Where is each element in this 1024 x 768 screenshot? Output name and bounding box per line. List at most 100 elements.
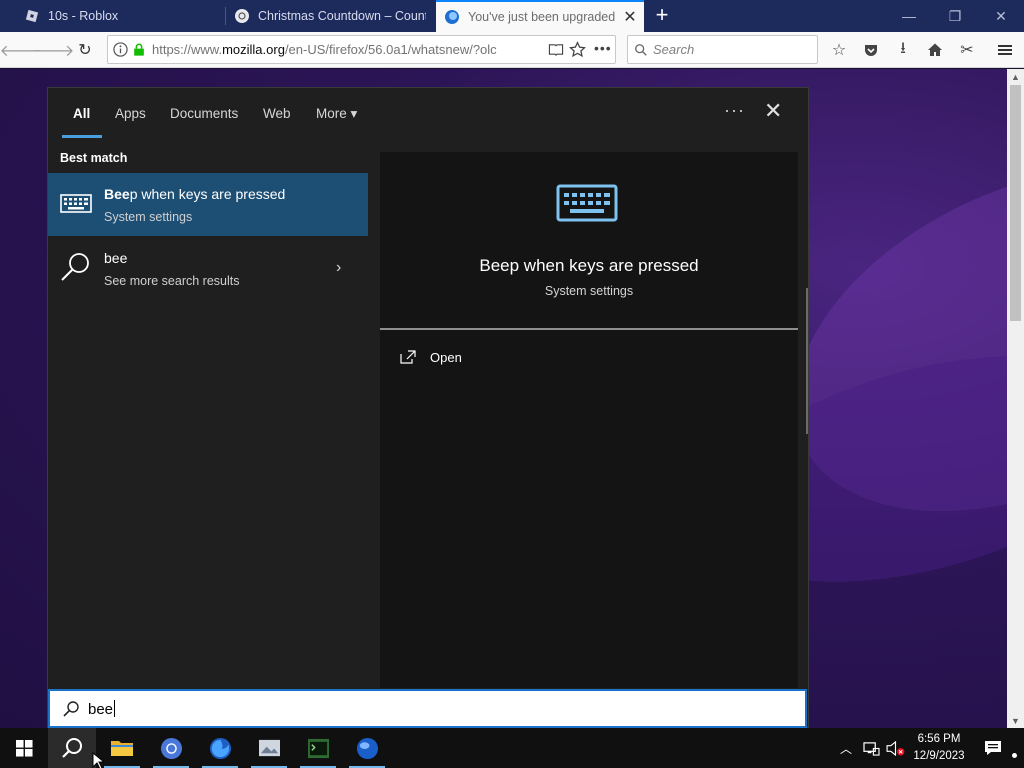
navigation-toolbar: 🡐 🡒 ↻ https://www.mozilla.org/en-US/fire… bbox=[0, 32, 1024, 68]
page-scrollbar[interactable]: ▲ ▼ bbox=[1007, 69, 1024, 729]
screenshot-icon[interactable]: ✂ bbox=[954, 37, 980, 63]
filter-more-label: More bbox=[316, 106, 347, 121]
notification-badge bbox=[1011, 752, 1018, 759]
filter-more[interactable]: More ▾ bbox=[316, 106, 357, 122]
globe-icon bbox=[356, 737, 378, 759]
tab-label: You've just been upgraded t bbox=[468, 10, 618, 24]
search-query-text[interactable]: bee bbox=[88, 700, 116, 718]
chevron-down-icon: ▾ bbox=[350, 106, 358, 121]
result-title-rest: p when keys are pressed bbox=[129, 186, 286, 202]
result-subtitle: See more search results bbox=[104, 274, 240, 288]
search-filter-tabs: All Apps Documents Web More ▾ ··· ✕ bbox=[48, 88, 808, 142]
scroll-thumb[interactable] bbox=[1010, 85, 1021, 321]
new-tab-button[interactable]: + bbox=[650, 4, 674, 28]
back-button[interactable]: 🡐 bbox=[0, 37, 42, 63]
open-external-icon bbox=[400, 350, 416, 364]
chrome-icon bbox=[160, 737, 182, 759]
clock-time: 6:56 PM bbox=[917, 733, 961, 745]
tab-firefox-upgraded[interactable]: You've just been upgraded t ✕ bbox=[436, 0, 644, 32]
photos-icon bbox=[258, 739, 280, 756]
search-icon bbox=[635, 44, 647, 56]
show-hidden-icons-icon[interactable]: ︿ bbox=[836, 728, 856, 768]
tab-label: Christmas Countdown – Count bbox=[258, 9, 426, 23]
taskbar-search-button[interactable] bbox=[48, 728, 96, 768]
network-icon[interactable] bbox=[860, 728, 882, 768]
url-text[interactable]: https://www.mozilla.org/en-US/firefox/56… bbox=[152, 42, 532, 57]
filter-apps[interactable]: Apps bbox=[115, 106, 146, 121]
filter-documents[interactable]: Documents bbox=[170, 106, 238, 121]
search-bar[interactable]: Search bbox=[627, 35, 818, 64]
action-center-icon[interactable] bbox=[980, 728, 1006, 768]
url-domain: mozilla.org bbox=[222, 42, 285, 57]
scroll-down-arrow-icon[interactable]: ▼ bbox=[1007, 713, 1024, 729]
firefox-icon bbox=[209, 737, 231, 759]
info-icon[interactable] bbox=[113, 42, 128, 57]
roblox-icon bbox=[25, 9, 39, 23]
preview-divider bbox=[380, 328, 798, 330]
active-filter-indicator bbox=[62, 135, 102, 138]
result-beep-when-keys-pressed[interactable]: Beep when keys are pressed System settin… bbox=[48, 173, 368, 236]
preview-subtitle: System settings bbox=[544, 284, 634, 298]
bookmark-star-icon[interactable] bbox=[569, 41, 586, 58]
filter-web[interactable]: Web bbox=[263, 106, 291, 121]
url-bar[interactable]: https://www.mozilla.org/en-US/firefox/56… bbox=[107, 35, 616, 64]
keyboard-icon bbox=[60, 194, 92, 213]
scroll-up-arrow-icon[interactable]: ▲ bbox=[1007, 69, 1024, 85]
windows-logo-icon bbox=[15, 739, 33, 757]
result-title: Beep when keys are pressed bbox=[104, 186, 285, 202]
result-web-search-bee[interactable]: bee See more search results › bbox=[48, 237, 368, 300]
filter-all[interactable]: All bbox=[73, 106, 90, 121]
search-icon bbox=[61, 253, 89, 281]
menu-hamburger-icon[interactable] bbox=[992, 37, 1018, 63]
taskbar: ︿ 6:56 PM 12/9/2023 bbox=[0, 728, 1024, 768]
search-icon bbox=[63, 701, 79, 717]
forward-button[interactable]: 🡒 bbox=[32, 37, 75, 63]
search-query: bee bbox=[88, 701, 114, 718]
browser-tab-strip: 10s - Roblox Christmas Countdown – Count… bbox=[0, 0, 1024, 32]
taskbar-globe-app[interactable] bbox=[343, 728, 391, 768]
minimize-icon[interactable]: — bbox=[886, 0, 932, 32]
chevron-right-icon[interactable]: › bbox=[336, 259, 341, 277]
open-action-label: Open bbox=[430, 349, 462, 365]
url-path: /en-US/firefox/56.0a1/whatsnew/?olc bbox=[284, 42, 497, 57]
start-button[interactable] bbox=[0, 728, 48, 768]
results-list: Best match Beep when keys are pressed Sy… bbox=[48, 142, 369, 687]
pocket-icon[interactable] bbox=[858, 37, 884, 63]
close-tab-icon[interactable]: ✕ bbox=[622, 10, 638, 26]
taskbar-photos[interactable] bbox=[245, 728, 293, 768]
restore-icon[interactable]: ❐ bbox=[932, 0, 978, 32]
text-caret bbox=[114, 700, 116, 717]
close-icon[interactable]: ✕ bbox=[764, 100, 782, 122]
taskbar-firefox[interactable] bbox=[196, 728, 244, 768]
bookmarks-library-icon[interactable]: ☆ bbox=[826, 37, 852, 63]
volume-muted-icon[interactable] bbox=[884, 728, 906, 768]
reload-button[interactable]: ↻ bbox=[72, 37, 98, 63]
lock-icon[interactable] bbox=[132, 42, 146, 57]
firefox-icon bbox=[445, 10, 459, 24]
reader-view-icon[interactable] bbox=[548, 42, 564, 57]
system-clock[interactable]: 6:56 PM 12/9/2023 bbox=[906, 731, 972, 765]
taskbar-file-explorer[interactable] bbox=[98, 728, 146, 768]
page-actions-icon[interactable]: ••• bbox=[594, 40, 612, 56]
url-prefix: https://www. bbox=[152, 42, 223, 57]
search-icon bbox=[62, 738, 82, 758]
tab-roblox[interactable]: 10s - Roblox bbox=[24, 0, 224, 32]
terminal-icon bbox=[307, 738, 329, 758]
tab-divider bbox=[225, 7, 226, 25]
open-action[interactable]: Open bbox=[400, 346, 462, 368]
tab-christmas-countdown[interactable]: Christmas Countdown – Count bbox=[234, 0, 426, 32]
home-icon[interactable] bbox=[922, 37, 948, 63]
close-window-icon[interactable]: ✕ bbox=[978, 0, 1024, 32]
more-options-icon[interactable]: ··· bbox=[724, 100, 745, 121]
preview-pane: Beep when keys are pressed System settin… bbox=[380, 152, 798, 688]
taskbar-chrome[interactable] bbox=[147, 728, 195, 768]
downloads-icon[interactable]: ⭳ bbox=[890, 37, 916, 63]
result-subtitle: System settings bbox=[104, 210, 193, 224]
taskbar-terminal[interactable] bbox=[294, 728, 342, 768]
windows-search-panel: All Apps Documents Web More ▾ ··· ✕ Best… bbox=[47, 87, 809, 728]
panel-scrollbar[interactable] bbox=[806, 288, 808, 434]
result-title: bee bbox=[104, 250, 128, 266]
clock-date: 12/9/2023 bbox=[913, 750, 965, 762]
search-input[interactable]: bee bbox=[48, 689, 807, 728]
tab-label: 10s - Roblox bbox=[48, 9, 119, 23]
